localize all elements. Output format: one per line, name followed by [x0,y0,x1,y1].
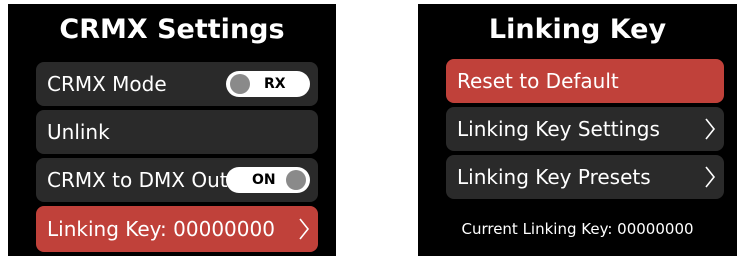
crmx-to-dmx-out-label: CRMX to DMX Out [47,168,228,192]
reset-to-default-label: Reset to Default [457,69,619,93]
linking-key-label: Linking Key: 00000000 [47,217,275,241]
crmx-mode-toggle[interactable]: RX [226,71,310,97]
chevron-right-icon [298,217,310,241]
toggle-knob [286,170,306,190]
toggle-text: ON [252,172,276,188]
crmx-to-dmx-out-row[interactable]: CRMX to DMX Out ON [36,158,318,202]
linking-key-settings-label: Linking Key Settings [457,117,660,141]
reset-to-default-row[interactable]: Reset to Default [446,59,724,103]
linking-key-row[interactable]: Linking Key: 00000000 [36,206,318,252]
screen-title: CRMX Settings [59,14,285,45]
toggle-text: RX [264,76,286,92]
current-linking-key-text: Current Linking Key: 00000000 [461,220,694,238]
linking-key-presets-row[interactable]: Linking Key Presets [446,155,724,199]
scrollbar[interactable] [338,187,342,249]
crmx-mode-label: CRMX Mode [47,72,167,96]
unlink-row[interactable]: Unlink [36,110,318,154]
linking-key-settings-row[interactable]: Linking Key Settings [446,107,724,151]
toggle-knob [230,74,250,94]
crmx-to-dmx-out-toggle[interactable]: ON [226,167,310,193]
chevron-right-icon [704,165,716,189]
linking-key-presets-label: Linking Key Presets [457,165,651,189]
linking-key-screen: Linking Key Reset to Default Linking Key… [418,4,737,256]
chevron-right-icon [704,117,716,141]
screen-title: Linking Key [488,14,667,45]
crmx-mode-row[interactable]: CRMX Mode RX [36,62,318,106]
unlink-label: Unlink [47,120,110,144]
crmx-settings-screen: CRMX Settings CRMX Mode RX Unlink CRMX t… [8,4,342,256]
